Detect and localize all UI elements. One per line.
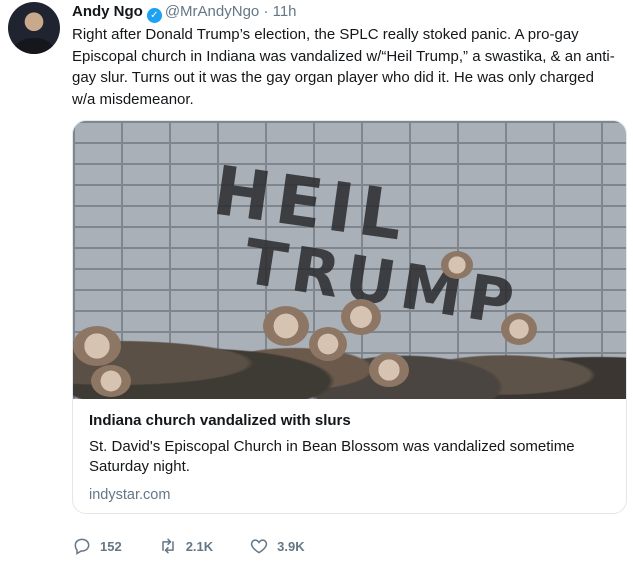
heart-icon — [251, 539, 268, 554]
dried-flower — [309, 327, 347, 361]
dried-flower — [73, 326, 121, 366]
dried-flower — [369, 353, 409, 387]
dried-flower — [501, 313, 537, 345]
reply-count: 152 — [100, 538, 122, 554]
card-body: Indiana church vandalized with slurs St.… — [89, 411, 609, 503]
card-domain[interactable]: indystar.com — [89, 487, 609, 503]
tweet-header: Andy Ngo ✓ @MrAndyNgo · 11h — [72, 2, 297, 23]
tweet-actions: 152 2.1K 3.9K — [72, 536, 341, 556]
dried-flower — [263, 306, 309, 346]
retweet-icon — [161, 538, 174, 554]
avatar-shoulders — [14, 38, 54, 54]
like-button[interactable]: 3.9K — [249, 536, 305, 556]
author-name[interactable]: Andy Ngo — [72, 3, 143, 20]
link-card[interactable]: HEIL TRUMP Indiana church vandalized wit… — [72, 120, 627, 514]
avatar[interactable] — [8, 2, 60, 54]
tweet-timestamp[interactable]: 11h — [273, 3, 297, 20]
retweet-button[interactable]: 2.1K — [158, 536, 213, 556]
dried-flower — [341, 299, 381, 335]
retweet-count: 2.1K — [185, 538, 214, 554]
card-description: St. David's Episcopal Church in Bean Blo… — [89, 438, 575, 475]
card-image[interactable]: HEIL TRUMP — [73, 121, 626, 399]
reply-button[interactable]: 152 — [72, 536, 122, 556]
dried-flower — [91, 365, 131, 397]
like-count: 3.9K — [277, 538, 305, 554]
author-handle[interactable]: @MrAndyNgo — [165, 3, 259, 20]
card-title[interactable]: Indiana church vandalized with slurs — [89, 411, 609, 431]
tweet-text: Right after Donald Trump’s election, the… — [72, 26, 615, 108]
dried-flower — [441, 251, 473, 279]
reply-icon — [74, 538, 90, 555]
verified-badge-icon: ✓ — [146, 8, 162, 23]
hydrangea-shrubs — [73, 279, 626, 399]
header-separator: · — [263, 3, 269, 20]
